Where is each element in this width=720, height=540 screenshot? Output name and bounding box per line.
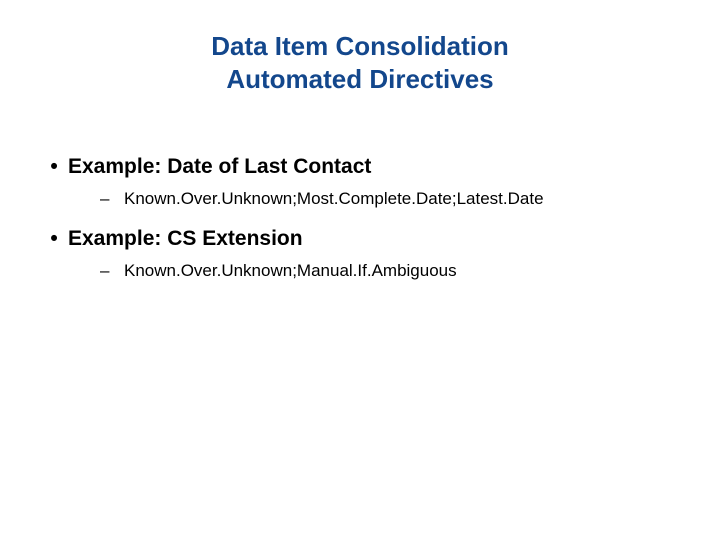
sub-bullet: – Known.Over.Unknown;Most.Complete.Date;… (40, 189, 700, 209)
bullet-header: • Example: CS Extension (40, 227, 700, 251)
slide-content: • Example: Date of Last Contact – Known.… (0, 155, 720, 281)
bullet-header: • Example: Date of Last Contact (40, 155, 700, 179)
bullet-header-text: Example: CS Extension (68, 227, 303, 251)
bullet-header-text: Example: Date of Last Contact (68, 155, 371, 179)
bullet-dot-icon: • (40, 227, 68, 251)
dash-icon: – (100, 189, 124, 209)
slide-title: Data Item Consolidation Automated Direct… (0, 30, 720, 95)
title-line-1: Data Item Consolidation (60, 30, 660, 63)
bullet-item: • Example: CS Extension – Known.Over.Unk… (40, 227, 700, 281)
sub-bullet-text: Known.Over.Unknown;Manual.If.Ambiguous (124, 261, 457, 281)
bullet-item: • Example: Date of Last Contact – Known.… (40, 155, 700, 209)
bullet-dot-icon: • (40, 155, 68, 179)
sub-bullet-text: Known.Over.Unknown;Most.Complete.Date;La… (124, 189, 544, 209)
dash-icon: – (100, 261, 124, 281)
sub-bullet: – Known.Over.Unknown;Manual.If.Ambiguous (40, 261, 700, 281)
title-line-2: Automated Directives (60, 63, 660, 96)
slide: Data Item Consolidation Automated Direct… (0, 0, 720, 540)
